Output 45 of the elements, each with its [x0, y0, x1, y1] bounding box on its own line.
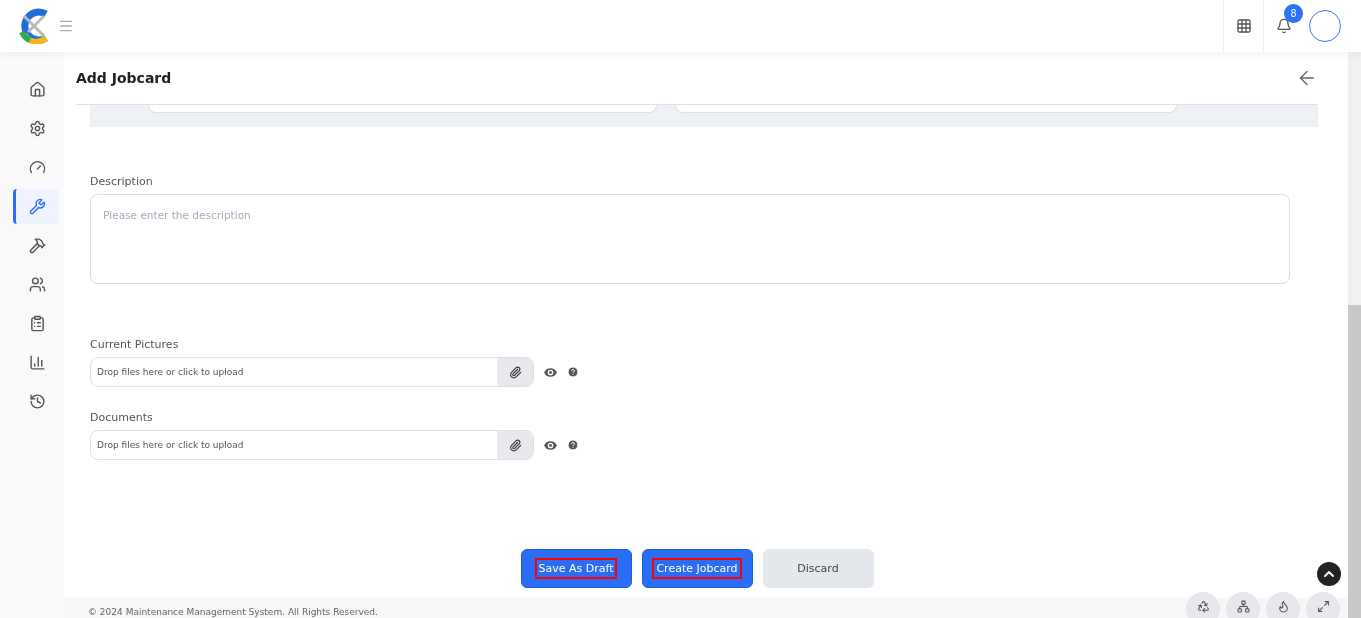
wrench-icon: [29, 198, 46, 215]
gauge-icon: [29, 159, 46, 176]
flame-icon: [1276, 600, 1290, 613]
help-icon[interactable]: [567, 366, 579, 378]
notification-badge: 8: [1284, 4, 1303, 23]
upload-field[interactable]: Drop files here or click to upload: [90, 357, 534, 387]
attach-button[interactable]: [497, 431, 533, 459]
recycle-button[interactable]: [1186, 592, 1220, 618]
scrollbar[interactable]: [1348, 52, 1361, 618]
paperclip-icon: [508, 365, 522, 379]
network-icon: [1236, 600, 1250, 613]
hammer-icon: [29, 237, 46, 254]
paperclip-icon: [508, 438, 522, 452]
bar-chart-icon: [29, 354, 46, 371]
description-field[interactable]: Please enter the description: [90, 194, 1290, 284]
action-button[interactable]: Discard: [762, 549, 874, 588]
expand-button[interactable]: [1306, 592, 1340, 618]
recycle-icon: [1196, 600, 1210, 613]
settings-icon: [29, 120, 46, 137]
grid-icon: [1235, 18, 1252, 34]
help-icon[interactable]: [567, 439, 579, 451]
notifications-button[interactable]: 8: [1263, 0, 1303, 52]
clipboard-icon: [29, 315, 46, 332]
action-button[interactable]: Save As Draft: [520, 549, 632, 588]
input-field[interactable]: [148, 105, 657, 113]
history-icon: [29, 393, 46, 410]
field-label: Description: [90, 175, 154, 188]
field-label: Current Pictures: [90, 338, 180, 351]
scroll-top-button[interactable]: [1317, 562, 1341, 586]
sidebar-item[interactable]: [13, 189, 59, 224]
flame-button[interactable]: [1266, 592, 1300, 618]
bell-icon: [1275, 18, 1292, 34]
network-button[interactable]: [1226, 592, 1260, 618]
upload-placeholder: Drop files here or click to upload: [96, 440, 245, 450]
upload-placeholder: Drop files here or click to upload: [96, 367, 245, 377]
action-button[interactable]: Create Jobcard: [641, 549, 753, 588]
users-icon: [29, 276, 46, 293]
field-label: Documents: [90, 411, 154, 424]
expand-icon: [1316, 600, 1330, 613]
input-field[interactable]: [675, 105, 1177, 113]
home-icon: [29, 81, 46, 98]
page-title: Add Jobcard: [76, 70, 172, 86]
upload-field[interactable]: Drop files here or click to upload: [90, 430, 534, 460]
attach-button[interactable]: [497, 358, 533, 386]
footer-text: © 2024 Maintenance Management System. All Rights Reserved.: [88, 606, 378, 618]
